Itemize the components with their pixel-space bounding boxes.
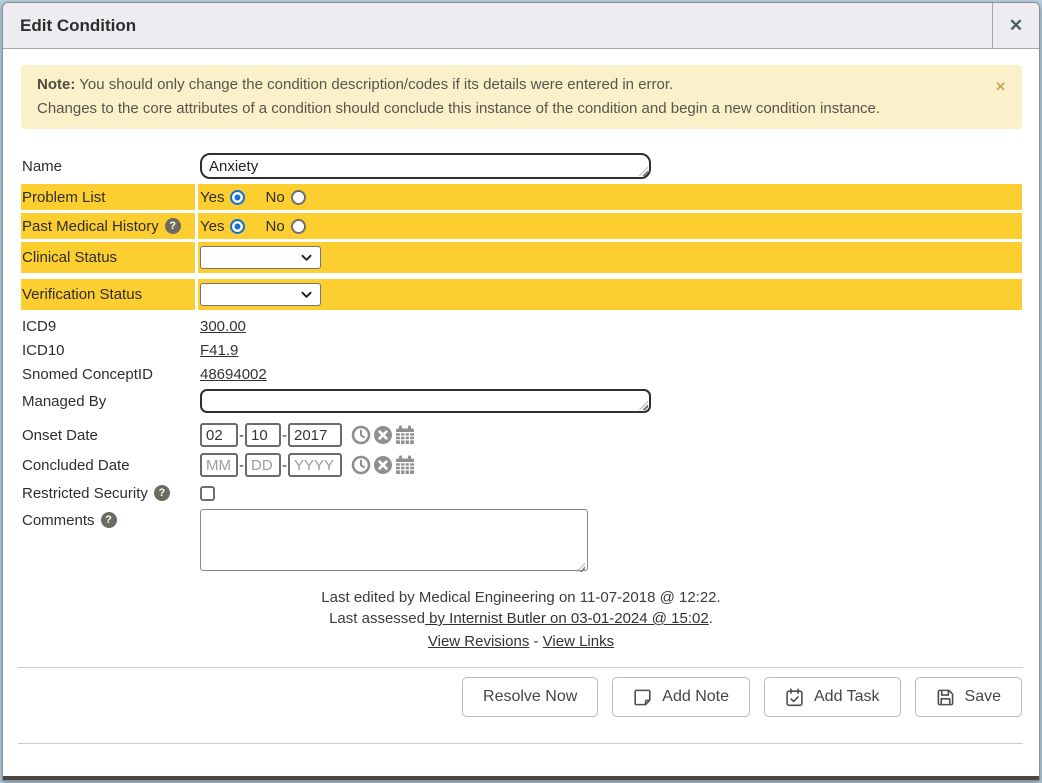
managed-by-row: Managed By xyxy=(21,386,1022,416)
last-edited-text: Last edited by Medical Engineering on 11… xyxy=(3,587,1039,608)
yes-option-label: Yes xyxy=(200,189,224,206)
revision-links: View Revisions - View Links xyxy=(3,631,1039,652)
clear-date-icon[interactable] xyxy=(373,425,393,445)
clock-icon[interactable] xyxy=(351,455,371,475)
snomed-label: Snomed ConceptID xyxy=(22,366,153,383)
help-icon[interactable]: ? xyxy=(165,218,181,234)
icd9-row: ICD9 300.00 xyxy=(21,314,1022,338)
problem-list-no-radio[interactable] xyxy=(291,190,306,205)
clear-date-icon[interactable] xyxy=(373,455,393,475)
concluded-date-row: Concluded Date - - xyxy=(21,450,1022,480)
comments-label: Comments xyxy=(22,512,95,529)
restricted-security-label: Restricted Security xyxy=(22,485,148,502)
problem-list-label: Problem List xyxy=(22,189,105,206)
icd9-code-link[interactable]: 300.00 xyxy=(200,318,246,335)
calendar-icon[interactable] xyxy=(395,425,415,445)
chevron-down-icon xyxy=(301,254,312,262)
resolve-now-button[interactable]: Resolve Now xyxy=(462,677,598,717)
icd10-label: ICD10 xyxy=(22,342,65,359)
close-button[interactable]: ✕ xyxy=(992,3,1039,48)
dialog-bottom-edge xyxy=(3,776,1039,780)
onset-date-label: Onset Date xyxy=(22,427,98,444)
clock-icon[interactable] xyxy=(351,425,371,445)
icd10-row: ICD10 F41.9 xyxy=(21,338,1022,362)
note-prefix: Note: xyxy=(37,76,75,93)
onset-year-input[interactable] xyxy=(288,423,342,447)
view-links-link[interactable]: View Links xyxy=(543,633,614,650)
note-line-2: Changes to the core attributes of a cond… xyxy=(37,97,982,121)
concluded-day-input[interactable] xyxy=(245,453,281,477)
clinical-status-row: Clinical Status xyxy=(21,242,1022,273)
footer-divider xyxy=(18,743,1023,744)
managed-by-input[interactable] xyxy=(200,389,651,413)
add-task-button[interactable]: Add Task xyxy=(764,677,901,717)
past-medical-history-row: Past Medical History ? Yes No xyxy=(21,213,1022,239)
audit-info: Last edited by Medical Engineering on 11… xyxy=(3,587,1039,652)
add-note-button[interactable]: Add Note xyxy=(612,677,750,717)
edit-condition-dialog: Edit Condition ✕ Note: You should only c… xyxy=(2,2,1040,781)
actions-divider xyxy=(18,667,1023,668)
name-row: Name xyxy=(21,151,1022,181)
calendar-icon[interactable] xyxy=(395,455,415,475)
managed-by-label: Managed By xyxy=(22,393,106,410)
problem-list-row: Problem List Yes No xyxy=(21,184,1022,210)
task-calendar-icon xyxy=(785,688,804,707)
note-line-1: Note: You should only change the conditi… xyxy=(37,73,982,97)
past-medical-history-label: Past Medical History xyxy=(22,218,159,235)
restricted-security-row: Restricted Security ? xyxy=(21,480,1022,506)
last-assessed-text: Last assessed by Internist Butler on 03-… xyxy=(3,608,1039,629)
dialog-title: Edit Condition xyxy=(3,16,136,36)
note-dismiss-icon[interactable]: ✕ xyxy=(995,75,1006,99)
verification-status-select[interactable] xyxy=(200,283,321,306)
clinical-status-select[interactable] xyxy=(200,246,321,269)
snomed-code-link[interactable]: 48694002 xyxy=(200,366,267,383)
no-option-label: No xyxy=(265,218,284,235)
help-icon[interactable]: ? xyxy=(154,485,170,501)
clinical-status-label: Clinical Status xyxy=(22,249,117,266)
no-option-label: No xyxy=(265,189,284,206)
name-input[interactable] xyxy=(200,153,651,179)
concluded-month-input[interactable] xyxy=(200,453,238,477)
comments-textarea[interactable] xyxy=(200,509,588,571)
past-medical-history-no-radio[interactable] xyxy=(291,219,306,234)
dialog-header: Edit Condition ✕ xyxy=(3,3,1039,49)
action-bar: Resolve Now Add Note Add Task Save xyxy=(21,677,1022,717)
icd10-code-link[interactable]: F41.9 xyxy=(200,342,238,359)
view-revisions-link[interactable]: View Revisions xyxy=(428,633,529,650)
problem-list-yes-radio[interactable] xyxy=(230,190,245,205)
icd9-label: ICD9 xyxy=(22,318,56,335)
snomed-row: Snomed ConceptID 48694002 xyxy=(21,362,1022,386)
past-medical-history-yes-radio[interactable] xyxy=(230,219,245,234)
yes-option-label: Yes xyxy=(200,218,224,235)
onset-date-row: Onset Date - - xyxy=(21,420,1022,450)
close-icon: ✕ xyxy=(1009,16,1023,36)
verification-status-label: Verification Status xyxy=(22,286,142,303)
note-icon xyxy=(633,688,652,707)
chevron-down-icon xyxy=(301,291,312,299)
concluded-date-label: Concluded Date xyxy=(22,457,130,474)
save-button[interactable]: Save xyxy=(915,677,1022,717)
concluded-year-input[interactable] xyxy=(288,453,342,477)
last-assessed-link[interactable]: by Internist Butler on 03-01-2024 @ 15:0… xyxy=(425,610,709,627)
help-icon[interactable]: ? xyxy=(101,512,117,528)
name-label: Name xyxy=(22,158,62,175)
save-icon xyxy=(936,688,955,707)
comments-row: Comments ? xyxy=(21,509,1022,575)
note-banner: Note: You should only change the conditi… xyxy=(21,65,1022,129)
onset-day-input[interactable] xyxy=(245,423,281,447)
verification-status-row: Verification Status xyxy=(21,279,1022,310)
restricted-security-checkbox[interactable] xyxy=(200,486,215,501)
onset-month-input[interactable] xyxy=(200,423,238,447)
